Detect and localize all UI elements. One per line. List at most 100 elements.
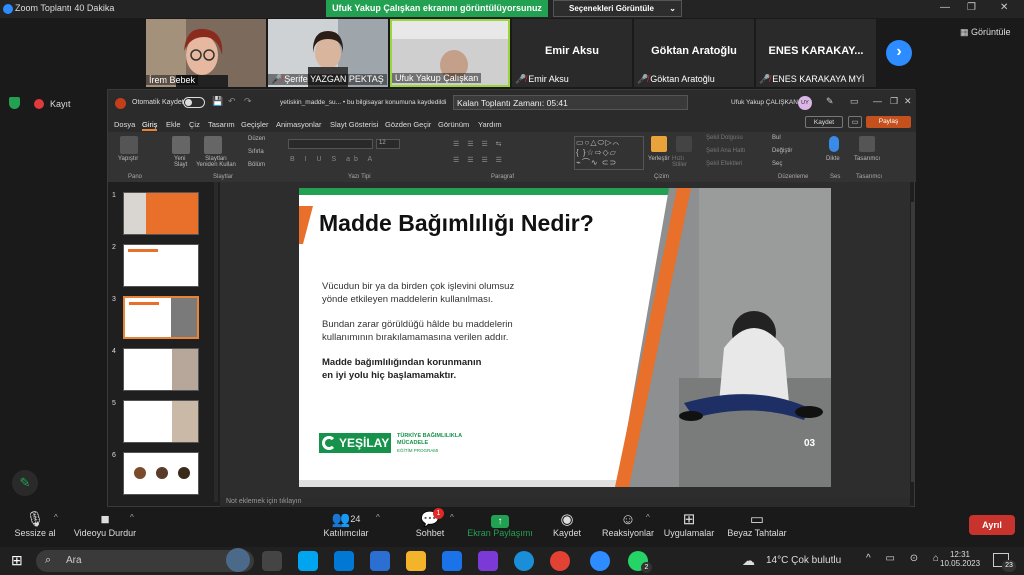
user-name[interactable]: Ufuk Yakup ÇALIŞKAN xyxy=(731,99,798,106)
annotate-pencil-icon[interactable]: ✎ xyxy=(12,470,38,496)
store-icon[interactable] xyxy=(370,551,390,571)
shape-outline-button[interactable]: Şekil Ana Hattı xyxy=(706,148,745,154)
quick-styles-icon[interactable] xyxy=(676,136,692,152)
font-name-select[interactable] xyxy=(288,139,373,149)
dictate-mic-icon[interactable] xyxy=(829,136,839,152)
whiteboards-button[interactable]: ▭ Beyaz Tahtalar xyxy=(717,511,797,538)
menu-gecisler[interactable]: Geçişler xyxy=(241,120,269,129)
slide-thumbnail-3-selected[interactable] xyxy=(123,296,199,339)
weather-text[interactable]: 14°C Çok bulutlu xyxy=(766,555,841,566)
find-button[interactable]: Bul xyxy=(772,135,781,141)
menu-gozden-gecir[interactable]: Gözden Geçir xyxy=(385,120,431,129)
font-size-select[interactable]: 12 xyxy=(376,139,400,149)
chevron-up-icon[interactable]: ^ xyxy=(376,513,380,522)
paste-icon[interactable] xyxy=(120,136,138,154)
section-button[interactable]: Bölüm xyxy=(248,162,265,168)
zoom-taskbar-icon[interactable] xyxy=(590,551,610,571)
view-options-button[interactable]: Seçenekleri Görüntüle ⌄ xyxy=(553,0,682,17)
minimize-icon[interactable]: — xyxy=(940,2,950,13)
shape-effects-button[interactable]: Şekil Efektleri xyxy=(706,161,742,167)
teams-icon[interactable] xyxy=(478,551,498,571)
chat-button[interactable]: 💬 Sohbet xyxy=(390,511,470,538)
participant-tile[interactable]: ENES KARAKAY... 🎤̸ ENES KARAKAYA MYİ xyxy=(756,19,876,87)
skype-icon[interactable] xyxy=(298,551,318,571)
chevron-up-icon[interactable]: ^ xyxy=(450,513,454,522)
slide-thumbnail-1[interactable] xyxy=(123,192,199,235)
comments-icon[interactable]: ▭ xyxy=(848,116,862,128)
weather-cloud-icon[interactable]: ☁ xyxy=(742,553,755,569)
ribbon-display-icon[interactable]: ▭ xyxy=(850,96,859,107)
menu-ciz[interactable]: Çiz xyxy=(189,120,200,129)
align-buttons[interactable]: ☰ ☰ ☰ ☰ xyxy=(453,156,505,164)
chevron-up-icon[interactable]: ^ xyxy=(54,513,58,522)
menu-gorunum[interactable]: Görünüm xyxy=(438,120,469,129)
clock[interactable]: 12:31 10.05.2023 xyxy=(940,550,980,568)
participant-tile[interactable]: İrem Bebek xyxy=(146,19,266,87)
font-format-buttons[interactable]: B I U S ab A xyxy=(290,156,376,163)
taskbar-search[interactable]: ⌕ Ara xyxy=(36,548,254,572)
select-button[interactable]: Seç xyxy=(772,161,782,167)
slide-thumbnail-6[interactable] xyxy=(123,452,199,495)
mail-icon[interactable] xyxy=(442,551,462,571)
slide[interactable]: Madde Bağımlılığı Nedir? Vücudun bir ya … xyxy=(299,188,831,487)
undo-icon[interactable]: ↶ xyxy=(228,96,236,107)
chat-icon: 💬 xyxy=(420,511,440,528)
new-slide-icon[interactable] xyxy=(172,136,190,154)
task-view-icon[interactable] xyxy=(262,551,282,571)
participant-tile[interactable]: 🎤̸ Şerife YAZGAN PEKTAŞ xyxy=(268,19,388,87)
menu-dosya[interactable]: Dosya xyxy=(114,120,135,129)
mute-button[interactable]: 🎙 Sessize al xyxy=(0,511,75,538)
menu-yardim[interactable]: Yardım xyxy=(478,120,502,129)
slide-thumbnail-5[interactable] xyxy=(123,400,199,443)
leave-button[interactable]: Ayrıl xyxy=(969,515,1015,535)
shape-fill-button[interactable]: Şekil Dolgusu xyxy=(706,135,743,141)
menu-tasarim[interactable]: Tasarım xyxy=(208,120,235,129)
redo-icon[interactable]: ↷ xyxy=(244,96,252,107)
slide-thumbnail-2[interactable] xyxy=(123,244,199,287)
search-placeholder: Ara xyxy=(66,555,82,566)
maximize-icon[interactable]: ❐ xyxy=(967,2,976,13)
apps-label: Uygulamalar xyxy=(663,528,715,538)
close-icon[interactable]: ✕ xyxy=(904,96,912,107)
autosave-toggle[interactable] xyxy=(183,97,205,108)
pen-icon[interactable]: ✎ xyxy=(826,96,834,107)
reset-button[interactable]: Sıfırla xyxy=(248,149,264,155)
system-tray-icons[interactable]: ^ ▭ ⊙ ⌂ xyxy=(866,553,945,564)
minimize-icon[interactable]: — xyxy=(873,96,882,106)
participant-tile-active[interactable]: Ufuk Yakup Çalışkan xyxy=(390,19,510,87)
slide-thumbnail-4[interactable] xyxy=(123,348,199,391)
participants-button[interactable]: 👥24 Katılımcılar xyxy=(306,511,386,538)
participant-tile[interactable]: Göktan Aratoğlu 🎤̸ Göktan Aratoğlu xyxy=(634,19,754,87)
edge-icon[interactable] xyxy=(514,551,534,571)
restore-icon[interactable]: ❐ xyxy=(890,96,898,107)
participant-tile[interactable]: Emir Aksu 🎤̸ Emir Aksu xyxy=(512,19,632,87)
arrange-icon[interactable] xyxy=(651,136,667,152)
chrome-icon[interactable] xyxy=(550,551,570,571)
layout-button[interactable]: Düzen xyxy=(248,136,265,142)
file-name[interactable]: yetiskin_madde_su... • bu bilgisayar kon… xyxy=(280,99,446,106)
share-button[interactable]: Paylaş xyxy=(866,116,911,128)
record-label[interactable]: Kayıt xyxy=(50,99,71,109)
menu-animasyonlar[interactable]: Animasyonlar xyxy=(276,120,321,129)
thumbs-scrollbar[interactable] xyxy=(214,182,218,502)
replace-button[interactable]: Değiştir xyxy=(772,148,792,154)
file-explorer-icon[interactable] xyxy=(406,551,426,571)
security-shield-icon[interactable] xyxy=(9,97,20,109)
windows-start-icon[interactable]: ⊞ xyxy=(11,553,23,567)
designer-icon[interactable] xyxy=(859,136,875,152)
gallery-view-button[interactable]: ▦ Görüntüle xyxy=(960,27,1011,38)
reuse-slides-icon[interactable] xyxy=(204,136,222,154)
chevron-up-icon[interactable]: ^ xyxy=(130,513,134,522)
list-buttons[interactable]: ☰ ☰ ☰ ⇆ xyxy=(453,140,505,148)
outlook-icon[interactable] xyxy=(334,551,354,571)
shapes-gallery[interactable]: ▭○△⬭▷⌒{ }☆⇨◇▱ ⌁⌒∿ ⊂⊃ xyxy=(574,136,644,170)
save-button[interactable]: Kaydet xyxy=(805,116,843,128)
save-icon[interactable]: 💾 xyxy=(212,96,223,107)
canvas-scrollbar[interactable] xyxy=(911,202,915,482)
close-icon[interactable]: ✕ xyxy=(1000,2,1008,13)
menu-giris[interactable]: Giriş xyxy=(142,120,158,131)
menu-ekle[interactable]: Ekle xyxy=(166,120,181,129)
next-page-arrow-icon[interactable]: › xyxy=(886,40,912,66)
menu-slayt-gosterisi[interactable]: Slayt Gösterisi xyxy=(330,120,378,129)
user-avatar[interactable]: UY xyxy=(798,96,812,110)
